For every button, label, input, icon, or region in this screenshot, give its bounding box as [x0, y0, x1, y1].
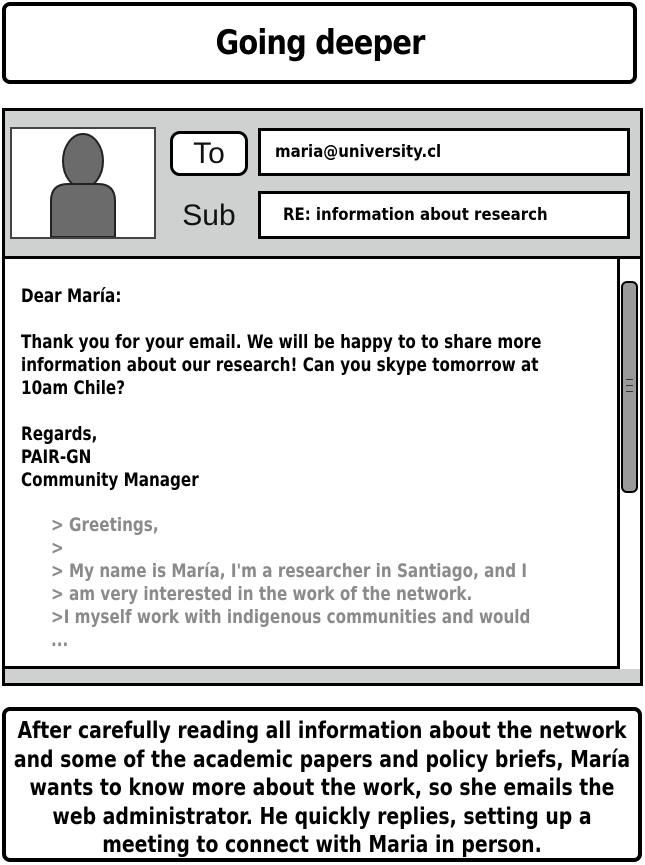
email-footer-bar [5, 669, 640, 683]
subject-label: Sub [182, 198, 236, 232]
email-body[interactable]: Dear María: Thank you for your email. We… [5, 259, 620, 669]
to-field[interactable]: maria@university.cl [258, 128, 630, 176]
signoff: Regards, [21, 423, 98, 445]
sender-title: Community Manager [21, 469, 199, 491]
page-title: Going deeper [214, 23, 425, 63]
message-line: information about our research! Can you … [21, 354, 539, 376]
message-line: Thank you for your email. We will be hap… [21, 331, 542, 353]
to-label-button[interactable]: To [170, 131, 248, 176]
quoted-line: >I myself work with indigenous communiti… [51, 606, 531, 628]
subject-field[interactable]: RE: information about research [258, 191, 630, 239]
scrollbar-thumb[interactable] [621, 281, 638, 493]
quoted-line: > My name is María, I'm a researcher in … [51, 560, 528, 582]
grip-line-icon [626, 391, 633, 392]
quoted-line: ... [51, 629, 69, 651]
email-window: To Sub maria@university.cl RE: informati… [2, 108, 643, 686]
to-field-value: maria@university.cl [275, 142, 442, 162]
title-panel: Going deeper [2, 2, 637, 84]
subject-field-value: RE: information about research [283, 205, 548, 225]
storyboard-page: Going deeper To Sub maria@university.cl … [0, 0, 645, 865]
quoted-line: > am very interested in the work of the … [51, 583, 473, 605]
quoted-line: > [51, 537, 64, 559]
greeting: Dear María: [21, 285, 122, 307]
sender-name: PAIR-GN [21, 446, 92, 468]
message-line: 10am Chile? [21, 377, 126, 399]
email-header: To Sub maria@university.cl RE: informati… [5, 111, 640, 259]
person-silhouette-icon [50, 133, 116, 237]
scrollbar[interactable] [620, 259, 640, 669]
quoted-line: > Greetings, [51, 514, 159, 536]
quoted-message: > Greetings, > > My name is María, I'm a… [51, 514, 611, 652]
caption-text: After carefully reading all information … [13, 718, 631, 858]
avatar [10, 127, 156, 239]
caption-panel: After carefully reading all information … [2, 707, 642, 862]
grip-line-icon [626, 385, 633, 386]
grip-line-icon [626, 379, 633, 380]
reply-text: Dear María: Thank you for your email. We… [21, 285, 581, 492]
